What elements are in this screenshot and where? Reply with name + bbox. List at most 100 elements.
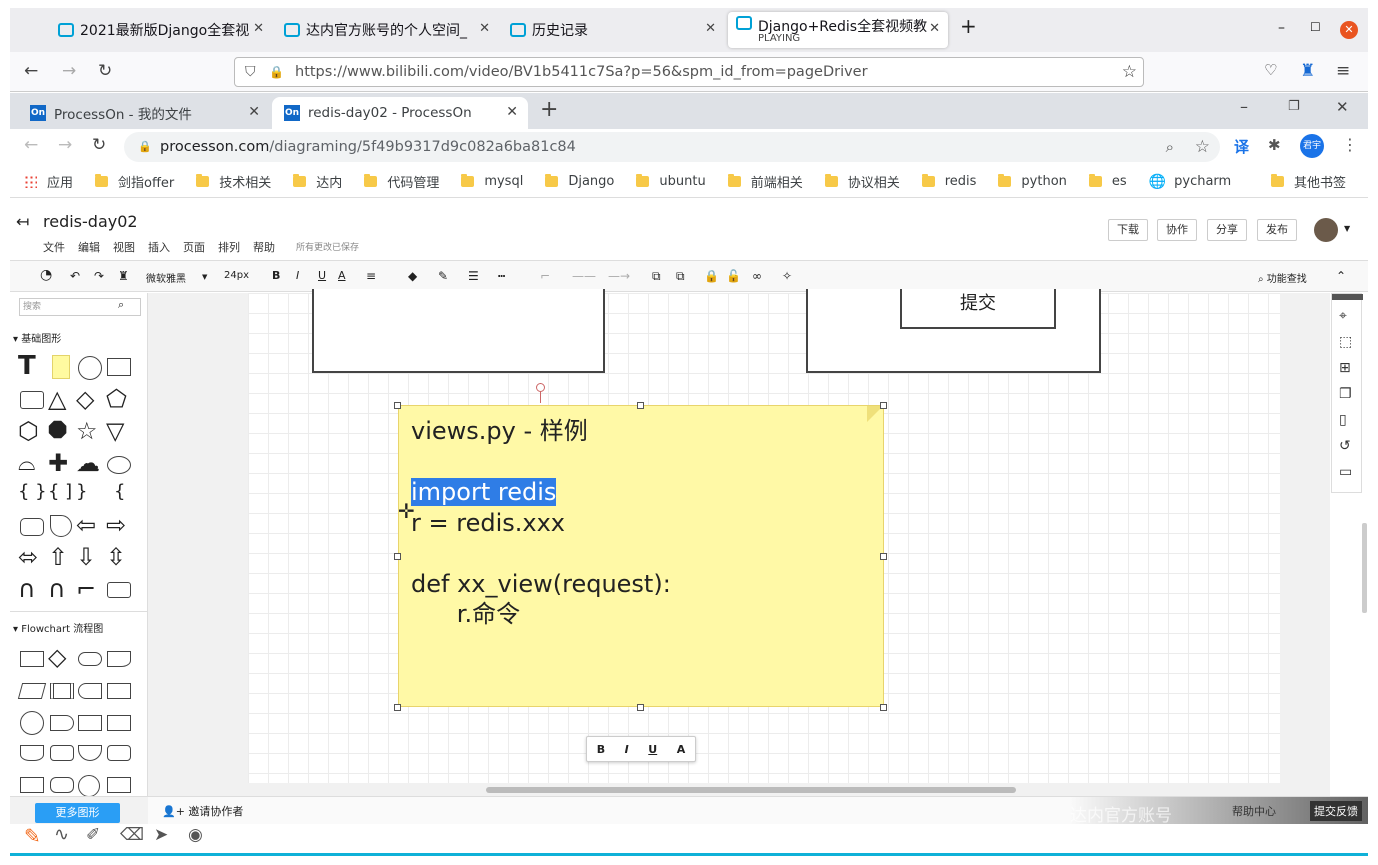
loop-shape[interactable] <box>50 777 74 793</box>
u-shape[interactable]: ∩ <box>18 575 36 603</box>
avatar[interactable] <box>1314 218 1338 242</box>
comment-icon[interactable]: ▭ <box>1339 464 1352 480</box>
card-shape[interactable] <box>107 715 131 731</box>
send-back-icon[interactable]: ⧉ <box>676 269 685 284</box>
or-shape[interactable] <box>78 775 100 797</box>
resize-handle[interactable] <box>637 704 644 711</box>
bold-button[interactable]: B <box>597 743 605 756</box>
line-start-icon[interactable]: —— <box>572 269 596 283</box>
invite-button[interactable]: 👤+ 邀请协作者 <box>162 803 243 819</box>
rotate-handle[interactable] <box>536 383 545 392</box>
bold-button[interactable]: B <box>272 269 280 282</box>
diagram-box-left[interactable] <box>312 289 605 373</box>
delay-shape[interactable] <box>50 715 74 731</box>
forward-icon[interactable]: → <box>58 135 72 155</box>
cross-shape[interactable]: ✚ <box>48 449 68 477</box>
maximize-button[interactable]: ☐ <box>1310 20 1321 34</box>
font-color-button[interactable]: A <box>677 743 686 756</box>
text-shape[interactable]: T <box>18 351 36 381</box>
undo-icon[interactable]: ↶ <box>70 269 80 283</box>
feedback-button[interactable]: 提交反馈 <box>1310 801 1362 821</box>
lock-icon[interactable]: 🔒 <box>704 269 719 283</box>
redo-icon[interactable]: ↷ <box>94 269 104 283</box>
bookmark-folder[interactable]: es <box>1088 174 1127 189</box>
right-arrow-shape[interactable]: ⇨ <box>106 511 126 539</box>
url-bar[interactable]: 🔒 processon.com/diagraming/5f49b9317d9c0… <box>124 132 1220 162</box>
collab-button[interactable]: 协作 <box>1157 219 1197 241</box>
pages-icon[interactable]: ❐ <box>1339 386 1352 402</box>
menu-insert[interactable]: 插入 <box>148 239 170 255</box>
predefined-shape[interactable] <box>50 683 74 699</box>
inverted-pentagon-shape[interactable]: ▽ <box>106 417 124 445</box>
preparation-shape[interactable] <box>107 745 131 761</box>
brace-left-shape[interactable]: { <box>114 481 125 502</box>
pentagon-shape[interactable]: ⬠ <box>106 385 127 413</box>
avatar[interactable]: 君宇 <box>1300 134 1324 158</box>
unlock-icon[interactable]: 🔓 <box>726 269 741 283</box>
menu-icon[interactable]: ≡ <box>1336 61 1350 81</box>
resize-handle[interactable] <box>880 704 887 711</box>
new-tab-button[interactable]: + <box>540 97 558 122</box>
zoom-icon[interactable]: ⌕ <box>1166 132 1174 162</box>
reload-icon[interactable]: ↻ <box>92 135 106 155</box>
eraser-icon[interactable]: ⌫ <box>120 825 144 845</box>
offpage-shape[interactable] <box>107 777 131 793</box>
minimize-button[interactable]: – <box>1240 97 1248 116</box>
triangle-shape[interactable]: △ <box>48 385 66 413</box>
line-color-icon[interactable]: ✎ <box>438 269 448 283</box>
fill-color-icon[interactable]: ◆ <box>408 269 417 283</box>
close-icon[interactable]: ✕ <box>705 21 716 36</box>
internal-storage-shape[interactable] <box>107 683 131 699</box>
back-icon[interactable]: ← <box>24 61 38 81</box>
arch-shape[interactable]: ∩ <box>48 575 66 603</box>
firefox-tab[interactable]: 达内官方账号的个人空间_ ✕ <box>276 12 498 48</box>
manual-operation-shape[interactable] <box>78 745 102 761</box>
bookmark-other[interactable]: 其他书签 <box>1270 172 1346 191</box>
shape-style-icon[interactable]: ◔ <box>40 267 52 283</box>
star-shape[interactable]: ☆ <box>76 417 98 445</box>
resize-handle[interactable] <box>394 402 401 409</box>
chevron-down-icon[interactable]: ▼ <box>1344 224 1350 233</box>
cloud-shape[interactable]: ☁ <box>76 449 100 477</box>
chevron-down-icon[interactable]: ▼ <box>202 273 207 281</box>
chrome-tab-active[interactable]: On redis-day02 - ProcessOn ✕ <box>272 97 528 129</box>
bookmark-folder[interactable]: 剑指offer <box>95 172 174 191</box>
url-bar[interactable]: ⛉ 🔒 https://www.bilibili.com/video/BV1b5… <box>234 57 1144 87</box>
close-window-button[interactable]: ✕ <box>1336 98 1349 116</box>
reload-icon[interactable]: ↻ <box>98 61 112 81</box>
line-end-icon[interactable]: —→ <box>608 269 630 283</box>
decision-shape[interactable]: ◇ <box>48 643 66 671</box>
manual-input-shape[interactable] <box>78 715 102 731</box>
menu-edit[interactable]: 编辑 <box>78 239 100 255</box>
download-button[interactable]: 下载 <box>1108 219 1148 241</box>
banner-shape[interactable]: ⌓ <box>18 451 35 476</box>
magic-wand-icon[interactable]: ✧ <box>782 269 792 283</box>
record-icon[interactable]: ◉ <box>188 825 203 845</box>
close-icon[interactable]: ✕ <box>929 21 940 36</box>
style-icon[interactable]: ⬚ <box>1339 334 1352 350</box>
close-window-button[interactable]: ✕ <box>1340 21 1358 39</box>
close-icon[interactable]: ✕ <box>248 104 260 120</box>
bookmark-folder[interactable]: 前端相关 <box>727 172 803 191</box>
canvas-area[interactable]: 提交 views.py - 样例 import redis r = redis.xx… <box>148 289 1330 796</box>
resize-handle[interactable] <box>394 704 401 711</box>
feature-search[interactable]: ⌕ 功能查找 <box>1258 270 1307 285</box>
resize-handle[interactable] <box>880 553 887 560</box>
terminator-shape[interactable] <box>78 652 102 666</box>
document-shape[interactable] <box>107 651 131 667</box>
hexagon-shape[interactable]: ⬡ <box>18 417 39 445</box>
resize-handle[interactable] <box>880 402 887 409</box>
italic-button[interactable]: I <box>296 269 299 282</box>
firefox-tab[interactable]: 2021最新版Django全套视 ✕ <box>50 12 272 48</box>
vertical-scrollbar[interactable] <box>1362 523 1367 613</box>
menu-help[interactable]: 帮助 <box>253 239 275 255</box>
data-icon[interactable]: ⊞ <box>1339 360 1351 376</box>
bookmark-folder[interactable]: Django <box>545 174 614 189</box>
line-width-icon[interactable]: ☰ <box>468 269 479 283</box>
extension-icon[interactable]: ♜ <box>1300 61 1315 81</box>
sticky-note[interactable]: views.py - 样例 import redis r = redis.xxx de… <box>398 405 884 707</box>
corner-shape[interactable]: ⌐ <box>76 575 96 603</box>
font-color-button[interactable]: A <box>338 269 346 282</box>
chrome-tab[interactable]: On ProcessOn - 我的文件 ✕ <box>18 97 270 129</box>
connector-shape[interactable] <box>20 711 44 735</box>
